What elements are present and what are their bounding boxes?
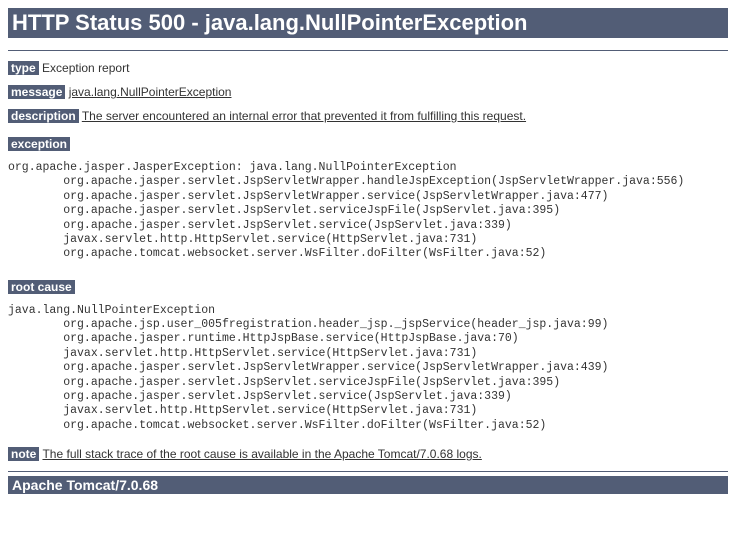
description-label: description <box>8 109 79 123</box>
description-row: description The server encountered an in… <box>8 109 728 123</box>
footer: Apache Tomcat/7.0.68 <box>8 476 728 494</box>
note-value: The full stack trace of the root cause i… <box>42 447 481 461</box>
message-label: message <box>8 85 65 99</box>
type-row: type Exception report <box>8 61 728 75</box>
divider <box>8 50 728 51</box>
message-value: java.lang.NullPointerException <box>69 85 232 99</box>
root-cause-trace: java.lang.NullPointerException org.apach… <box>8 304 728 433</box>
note-row: note The full stack trace of the root ca… <box>8 447 728 461</box>
description-value: The server encountered an internal error… <box>82 109 526 123</box>
divider <box>8 471 728 472</box>
message-row: message java.lang.NullPointerException <box>8 85 728 99</box>
type-label: type <box>8 61 39 75</box>
note-label: note <box>8 447 39 461</box>
page-title: HTTP Status 500 - java.lang.NullPointerE… <box>8 8 728 38</box>
root-cause-label: root cause <box>8 280 75 294</box>
exception-trace: org.apache.jasper.JasperException: java.… <box>8 161 728 262</box>
type-value: Exception report <box>42 61 129 75</box>
exception-label: exception <box>8 137 70 151</box>
